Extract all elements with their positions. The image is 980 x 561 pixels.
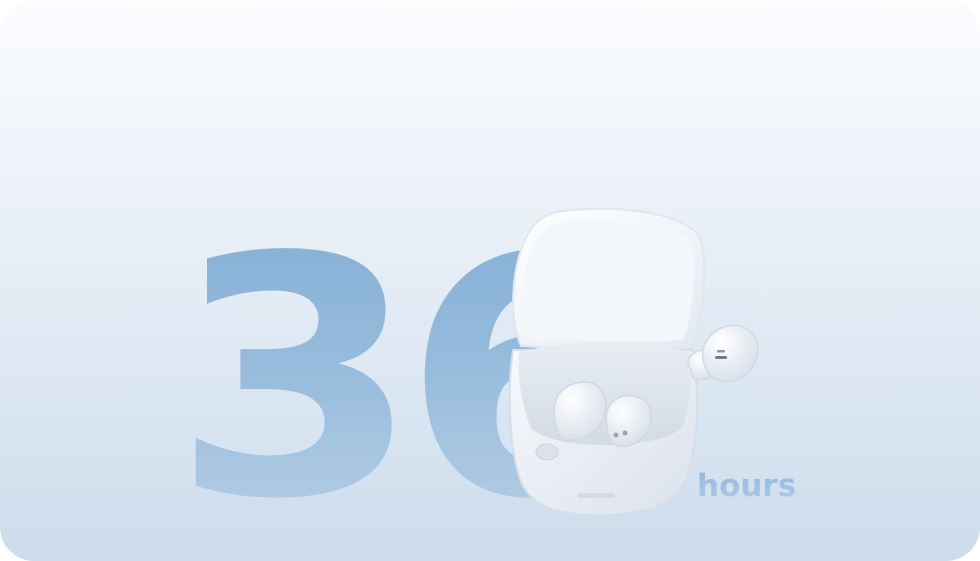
battery-hours-unit: hours: [697, 468, 797, 504]
earbud-floating: [687, 324, 759, 383]
case-base: [508, 343, 699, 517]
feature-banner: 36 hours: [0, 0, 980, 561]
case-lid: [512, 207, 706, 351]
